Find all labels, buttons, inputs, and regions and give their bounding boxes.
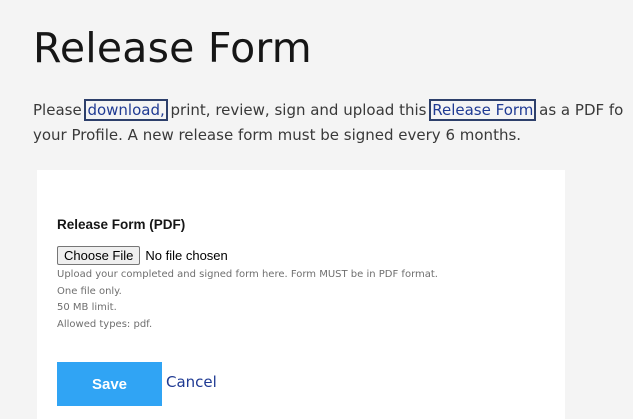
intro-text: Please download, print, review, sign and…: [33, 98, 633, 148]
file-help-text: Upload your completed and signed form he…: [57, 267, 438, 333]
save-button[interactable]: Save: [57, 362, 162, 406]
help-line: Allowed types: pdf.: [57, 318, 153, 330]
cancel-link[interactable]: Cancel: [166, 373, 217, 391]
release-form-link[interactable]: Release Form: [429, 99, 537, 121]
file-input: Choose File No file chosen: [57, 246, 228, 265]
intro-line-1: Please download, print, review, sign and…: [33, 98, 633, 123]
file-status-text: No file chosen: [145, 248, 228, 263]
file-field-label: Release Form (PDF): [57, 217, 186, 232]
page-title: Release Form: [33, 24, 312, 72]
help-line: Upload your completed and signed form he…: [57, 269, 438, 280]
intro-text-after: as a PDF fo: [534, 101, 624, 119]
intro-line-2: your Profile. A new release form must be…: [33, 126, 522, 144]
help-line: One file only.: [57, 285, 122, 297]
page: Release Form Please download, print, rev…: [0, 0, 633, 419]
intro-text-middle: print, review, sign and upload this: [165, 101, 432, 119]
upload-form-card: Release Form (PDF) Choose File No file c…: [37, 170, 565, 419]
intro-text-before: Please: [33, 101, 87, 119]
choose-file-button[interactable]: Choose File: [57, 246, 141, 265]
help-line: 50 MB limit.: [57, 302, 117, 313]
download-link[interactable]: download,: [84, 99, 168, 121]
